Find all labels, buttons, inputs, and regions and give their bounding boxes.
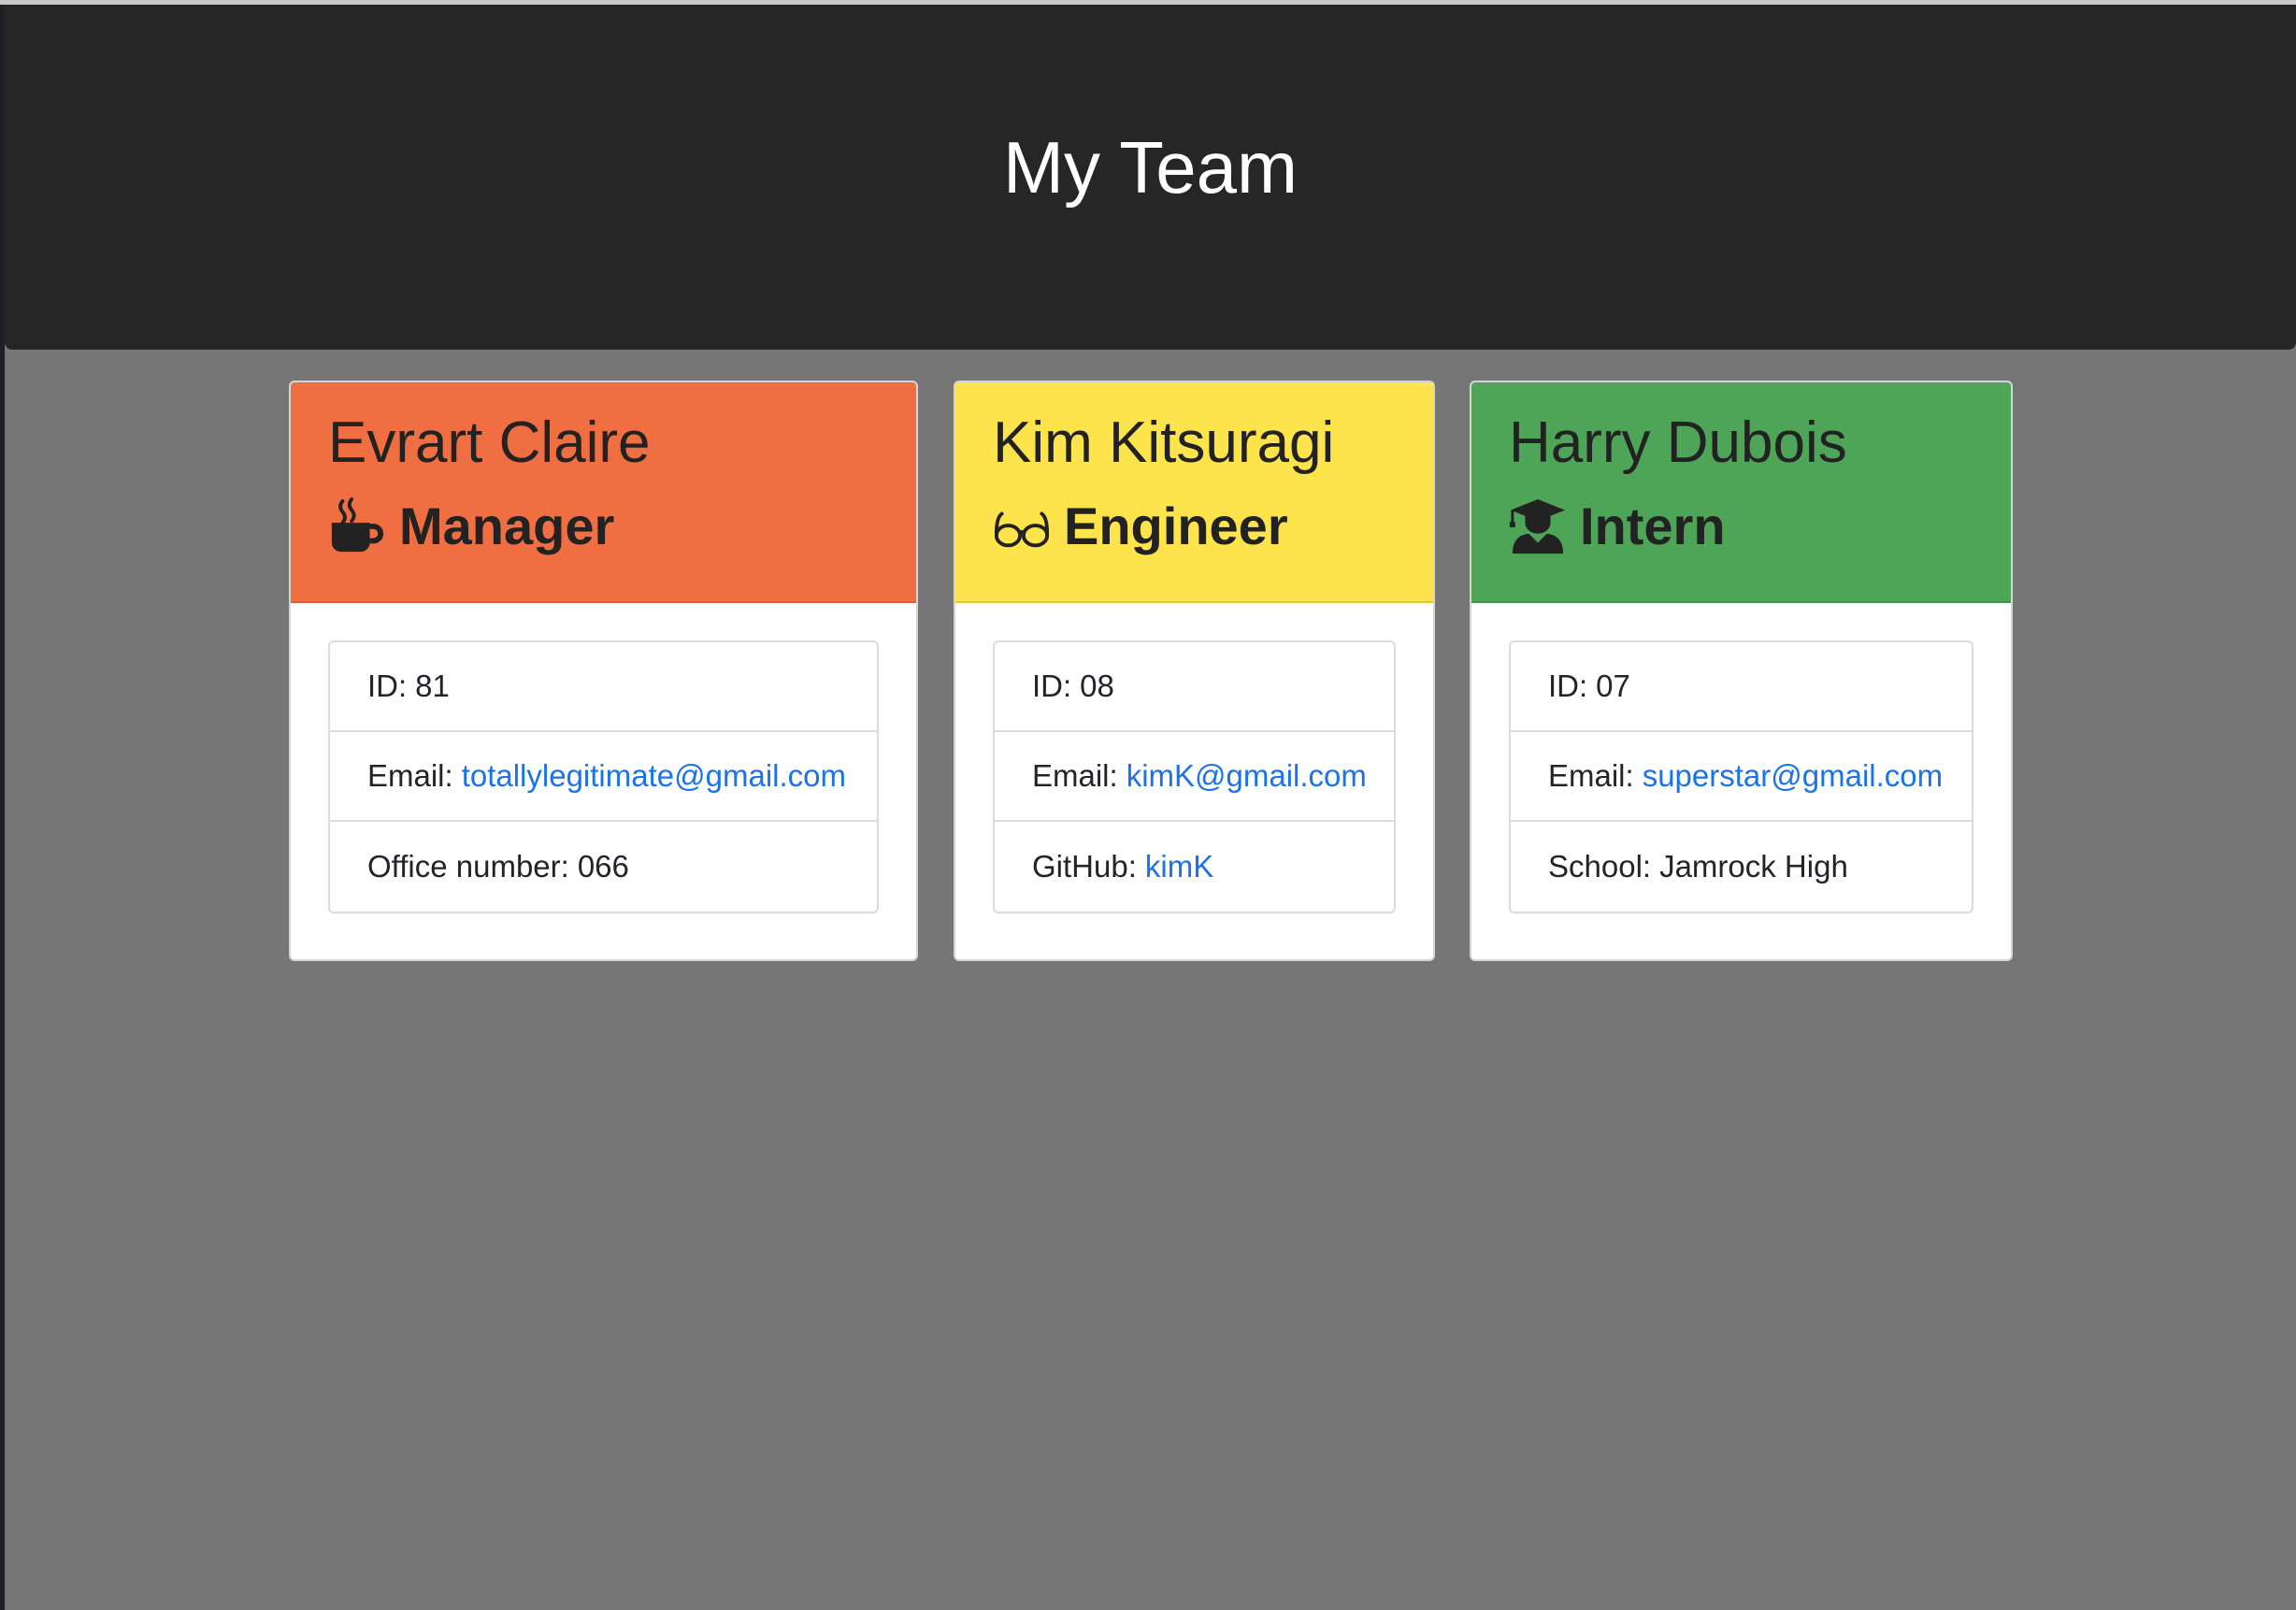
list-item-email: Email: totallylegitimate@gmail.com — [330, 732, 877, 822]
employee-details-list: ID: 81 Email: totallylegitimate@gmail.co… — [328, 640, 879, 913]
list-item-github: GitHub: kimK — [995, 822, 1394, 912]
id-value: 08 — [1080, 668, 1114, 703]
employee-details-list: ID: 08 Email: kimK@gmail.com GitHub: kim… — [993, 640, 1396, 913]
id-label: ID: — [1032, 668, 1072, 703]
card-body: ID: 08 Email: kimK@gmail.com GitHub: kim… — [955, 603, 1433, 951]
school-label: School: — [1548, 849, 1652, 884]
glasses-icon — [993, 497, 1051, 555]
id-label: ID: — [1548, 668, 1588, 703]
employee-details-list: ID: 07 Email: superstar@gmail.com School… — [1509, 640, 1973, 913]
list-item-email: Email: kimK@gmail.com — [995, 732, 1394, 822]
employee-card-manager: Evrart Claire Manager ID: 81 Email: tota… — [289, 381, 918, 961]
card-header: Kim Kitsuragi Engineer — [955, 382, 1433, 603]
employee-role: Engineer — [993, 495, 1396, 557]
email-label: Email: — [367, 758, 453, 793]
card-body: ID: 07 Email: superstar@gmail.com School… — [1471, 603, 2011, 951]
page-header: My Team — [5, 5, 2296, 350]
card-header: Harry Dubois Intern — [1471, 382, 2011, 603]
employee-card-engineer: Kim Kitsuragi Engineer ID: 08 Email: kim… — [954, 381, 1435, 961]
employee-name: Evrart Claire — [328, 410, 651, 475]
email-link[interactable]: totallylegitimate@gmail.com — [462, 758, 846, 794]
office-number-label: Office number: — [367, 849, 569, 884]
email-link[interactable]: kimK@gmail.com — [1126, 758, 1367, 794]
id-value: 07 — [1596, 668, 1630, 703]
list-item-id: ID: 07 — [1511, 642, 1972, 732]
page-viewport: My Team Evrart Claire Manager ID: 81 Ema… — [5, 5, 2296, 1610]
list-item-email: Email: superstar@gmail.com — [1511, 732, 1972, 822]
list-item-id: ID: 81 — [330, 642, 877, 732]
mug-hot-icon — [328, 496, 386, 555]
list-item-school: School: Jamrock High — [1511, 822, 1972, 912]
employee-role: Manager — [328, 495, 879, 557]
office-number-value: 066 — [577, 849, 629, 884]
role-label: Intern — [1580, 496, 1726, 556]
graduate-icon — [1509, 497, 1567, 555]
card-body: ID: 81 Email: totallylegitimate@gmail.co… — [291, 603, 916, 951]
employee-name: Kim Kitsuragi — [993, 410, 1335, 475]
role-label: Engineer — [1064, 496, 1288, 556]
list-item-office-number: Office number: 066 — [330, 822, 877, 912]
school-value: Jamrock High — [1659, 849, 1848, 884]
employee-name: Harry Dubois — [1509, 410, 1847, 475]
id-label: ID: — [367, 668, 408, 703]
email-link[interactable]: superstar@gmail.com — [1643, 758, 1943, 794]
id-value: 81 — [415, 668, 450, 703]
page-title: My Team — [1003, 126, 1298, 208]
employee-card-intern: Harry Dubois Intern ID: 07 Email: supers… — [1470, 381, 2013, 961]
email-label: Email: — [1548, 758, 1634, 793]
email-label: Email: — [1032, 758, 1118, 793]
employee-role: Intern — [1509, 495, 1973, 557]
github-label: GitHub: — [1032, 849, 1137, 884]
card-header: Evrart Claire Manager — [291, 382, 916, 603]
role-label: Manager — [399, 496, 615, 556]
list-item-id: ID: 08 — [995, 642, 1394, 732]
github-link[interactable]: kimK — [1145, 849, 1213, 884]
